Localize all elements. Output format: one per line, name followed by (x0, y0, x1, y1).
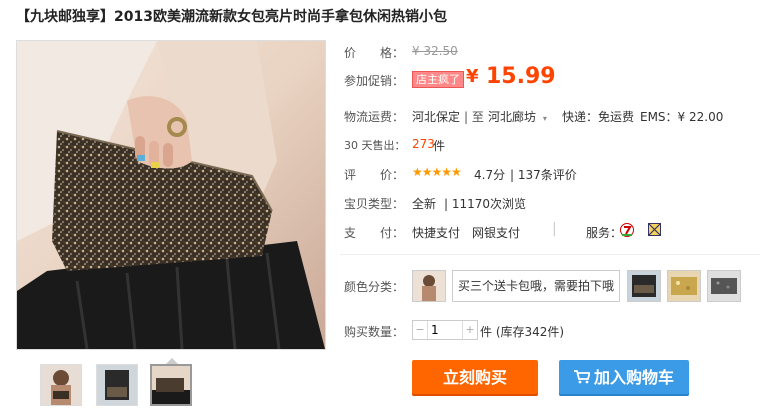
color-swatch (628, 271, 660, 301)
quantity-decrease-button[interactable]: − (413, 321, 428, 339)
thumbnail-1[interactable] (40, 364, 82, 406)
clutch-photo (17, 41, 325, 349)
thumbnail-2[interactable] (96, 364, 138, 406)
payment-methods: 快捷支付 网银支付 (412, 226, 521, 240)
color-option-3[interactable] (627, 270, 661, 302)
thumbnail-3[interactable] (150, 364, 192, 406)
promo-badge-wrap: 店主疯了 (412, 71, 464, 88)
services-label: 服务： (586, 226, 623, 240)
shipping-label: 物流运费： (344, 110, 405, 124)
main-product-image[interactable] (16, 40, 326, 350)
item-condition: 全新 (412, 197, 437, 211)
quantity-label: 购买数量： (344, 325, 405, 339)
price-label: 价 格： (344, 46, 405, 60)
shipping-from: 河北保定 (412, 110, 461, 124)
rating-score: 4.7分 (474, 168, 506, 182)
cart-icon (573, 361, 591, 397)
stock-text: 件 (库存342件) (480, 325, 565, 339)
promo-badge[interactable]: 店主疯了 (412, 71, 464, 88)
add-to-cart-label: 加入购物车 (593, 368, 674, 387)
promo-label: 参加促销： (344, 74, 405, 88)
seven-day-return-icon[interactable] (620, 222, 634, 241)
guarantee-icon[interactable] (648, 223, 661, 239)
shipping-destination-select[interactable]: 河北廊坊 ▾ (488, 108, 547, 125)
guarantee-badge (648, 223, 661, 236)
color-option-5[interactable] (707, 270, 741, 302)
color-swatch (668, 271, 700, 301)
buy-now-button[interactable]: 立刻购买 (412, 360, 538, 396)
return-badge (620, 223, 634, 237)
chevron-down-icon: ▾ (542, 114, 547, 123)
shipping-separator: | 至 (464, 110, 484, 124)
ems-fee: EMS：¥ 22.00 (640, 110, 724, 124)
sales-unit: 件 (433, 139, 446, 153)
thumb-image (152, 366, 190, 404)
item-type-label: 宝贝类型： (344, 197, 405, 211)
color-label: 颜色分类： (344, 280, 405, 294)
thumb-image (97, 365, 137, 405)
rating-stars: ★★★★★ (412, 165, 462, 179)
color-option-4[interactable] (667, 270, 701, 302)
review-count-link[interactable]: | 137条评价 (510, 166, 577, 183)
rating-label: 评 价： (344, 168, 405, 182)
quantity-stepper: − + (412, 320, 478, 340)
color-option-text[interactable]: 买三个送卡包哦，需要拍下哦 (452, 270, 621, 302)
promo-currency: ¥ (466, 66, 479, 87)
thumb-image (41, 365, 81, 405)
section-divider (340, 254, 760, 255)
sales-label: 30 天售出： (344, 139, 406, 152)
thumbnail-strip (40, 364, 200, 414)
express-fee: 快递：免运费 (562, 110, 635, 124)
color-swatch (413, 271, 445, 301)
promo-price: 15.99 (486, 64, 556, 89)
add-to-cart-button[interactable]: 加入购物车 (559, 360, 689, 396)
color-swatch (708, 271, 740, 301)
buy-now-label: 立刻购买 (442, 368, 507, 387)
original-price: ¥ 32.50 (412, 44, 458, 58)
payment-divider: | (552, 221, 557, 237)
shipping-destination: 河北廊坊 (488, 110, 537, 124)
product-title: 【九块邮独享】2013欧美潮流新款女包亮片时尚手拿包休闲热销小包 (16, 9, 447, 25)
sales-count: 273 (412, 137, 435, 151)
color-option-1[interactable] (412, 270, 446, 302)
view-count: | 11170次浏览 (444, 197, 527, 211)
payment-label: 支 付： (344, 226, 405, 240)
quantity-increase-button[interactable]: + (462, 321, 477, 339)
